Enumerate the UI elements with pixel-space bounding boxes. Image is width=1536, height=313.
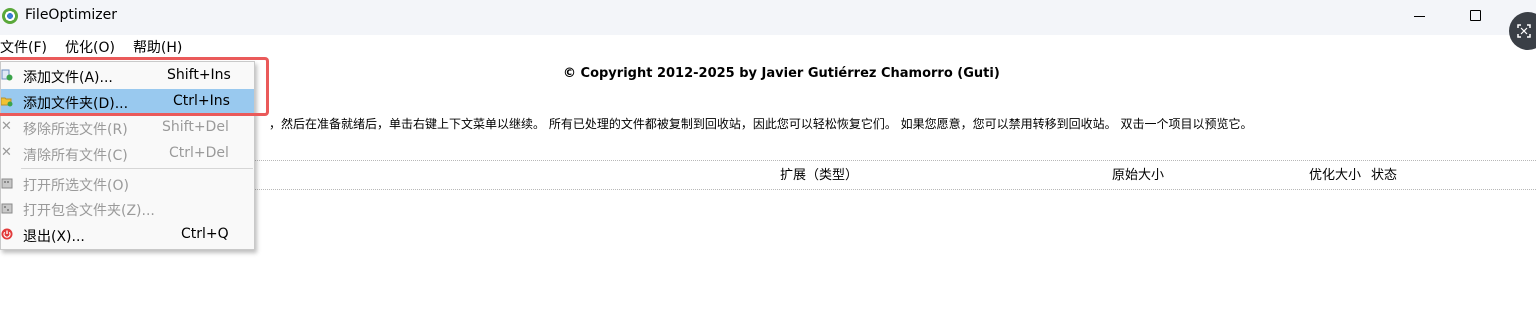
menu-item-shortcut: Ctrl+Ins: [173, 93, 230, 109]
menu-item-label: 清除所有文件(C): [23, 148, 128, 164]
maximize-icon: [1469, 10, 1481, 21]
menu-item-label: 打开包含文件夹(Z)...: [23, 203, 155, 219]
menu-item-shortcut: Ctrl+Q: [181, 226, 229, 242]
menu-item-clear-all[interactable]: ✕ 清除所有文件(C) Ctrl+Del: [1, 141, 254, 166]
column-extension[interactable]: 扩展（类型）: [780, 164, 858, 183]
open-file-icon: [1, 177, 13, 189]
menu-item-remove-selected[interactable]: ✕ 移除所选文件(R) Shift+Del: [1, 115, 254, 140]
menu-item-label: 打开所选文件(O): [23, 178, 129, 194]
menu-optimize[interactable]: 优化(O): [65, 37, 124, 57]
menu-help[interactable]: 帮助(H): [133, 37, 191, 57]
open-folder-icon: [1, 202, 13, 214]
menu-item-label: 添加文件夹(D)...: [23, 96, 129, 112]
menu-item-open-containing-folder[interactable]: 打开包含文件夹(Z)...: [1, 196, 254, 221]
menu-item-exit[interactable]: 退出(X)... Ctrl+Q: [1, 222, 254, 247]
info-text: ，然后在准备就绪后，单击右键上下文菜单以继续。 所有已处理的文件都被复制到回收站…: [269, 117, 1253, 131]
minimize-button[interactable]: [1396, 0, 1442, 35]
add-file-icon: [1, 69, 13, 81]
copyright-text: © Copyright 2012-2025 by Javier Gutiérre…: [563, 66, 1000, 81]
menu-item-open-selected[interactable]: 打开所选文件(O): [1, 171, 254, 196]
remove-icon: ✕: [1, 119, 12, 134]
menu-bar: 文件(F) 优化(O) 帮助(H): [0, 36, 1536, 58]
column-optimized-size[interactable]: 优化大小: [1309, 164, 1361, 183]
menu-item-add-folder[interactable]: 添加文件夹(D)... Ctrl+Ins: [0, 89, 254, 114]
menu-separator: [21, 168, 253, 169]
file-popup-menu: 添加文件(A)... Shift+Ins 添加文件夹(D)... Ctrl+In…: [0, 61, 255, 250]
title-bar: FileOptimizer: [0, 0, 1536, 35]
menu-file[interactable]: 文件(F): [0, 37, 56, 57]
column-status[interactable]: 状态: [1371, 164, 1397, 183]
clear-icon: ✕: [1, 145, 12, 160]
menu-item-label: 添加文件(A)...: [23, 70, 113, 86]
window-title: FileOptimizer: [25, 7, 117, 23]
minimize-icon: [1413, 16, 1425, 17]
menu-item-label: 移除所选文件(R): [23, 122, 128, 138]
menu-item-shortcut: Shift+Del: [162, 119, 229, 135]
fileoptimizer-icon: [2, 8, 18, 24]
menu-item-label: 退出(X)...: [23, 229, 85, 245]
menu-item-shortcut: Ctrl+Del: [169, 145, 229, 161]
maximize-button[interactable]: [1452, 0, 1498, 35]
power-icon: [1, 228, 13, 240]
add-folder-icon: [0, 95, 13, 107]
column-original-size[interactable]: 原始大小: [1112, 164, 1164, 183]
menu-item-shortcut: Shift+Ins: [167, 67, 231, 83]
menu-item-add-files[interactable]: 添加文件(A)... Shift+Ins: [1, 63, 254, 88]
